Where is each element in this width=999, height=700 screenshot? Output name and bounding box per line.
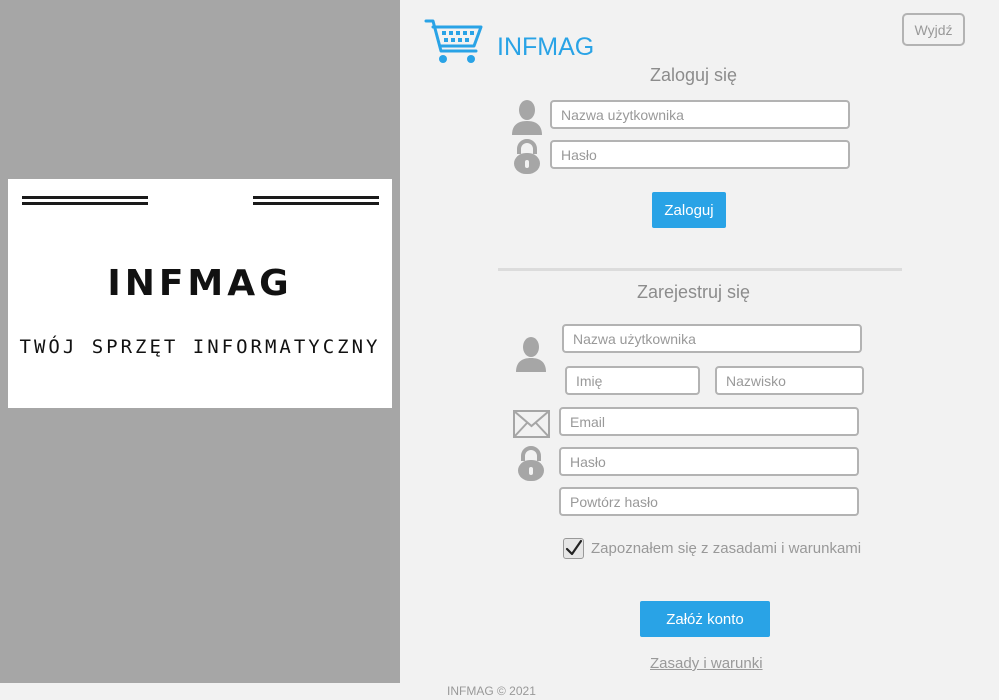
exit-button[interactable]: Wyjdź	[902, 13, 965, 46]
terms-checkbox[interactable]	[563, 538, 584, 559]
email-input[interactable]	[559, 407, 859, 436]
login-username-input[interactable]	[550, 100, 850, 129]
banner-decor-line	[22, 196, 148, 199]
login-heading: Zaloguj się	[649, 65, 738, 85]
user-icon	[512, 100, 542, 135]
banner-title: INFMAG	[107, 263, 293, 304]
footer-copyright: INFMAG © 2021	[447, 684, 536, 698]
lock-icon	[518, 446, 544, 481]
brand-name: INFMAG	[497, 33, 595, 61]
login-password-input[interactable]	[550, 140, 850, 169]
lock-icon	[514, 139, 540, 174]
banner-decor-line	[253, 202, 379, 205]
shopping-cart-icon	[424, 19, 483, 63]
terms-checkbox-label: Zapoznałem się z zasadami i warunkami	[591, 540, 862, 557]
banner-decor-line	[22, 202, 148, 205]
repeat-password-input[interactable]	[559, 487, 859, 516]
envelope-icon	[513, 410, 550, 438]
left-panel: INFMAG TWÓJ SPRZĘT INFORMATYCZNY	[0, 0, 400, 683]
register-heading: Zarejestruj się	[636, 282, 751, 302]
banner-subtitle: TWÓJ SPRZĘT INFORMATYCZNY	[19, 336, 381, 358]
register-password-input[interactable]	[559, 447, 859, 476]
brand-banner: INFMAG TWÓJ SPRZĘT INFORMATYCZNY	[8, 179, 392, 408]
last-name-input[interactable]	[715, 366, 864, 395]
terms-link[interactable]: Zasady i warunki	[650, 655, 763, 672]
checkmark-icon	[565, 539, 583, 556]
section-divider	[498, 268, 902, 271]
login-button[interactable]: Zaloguj	[652, 192, 726, 228]
banner-decor-line	[253, 196, 379, 199]
user-icon	[516, 337, 546, 372]
register-username-input[interactable]	[562, 324, 862, 353]
create-account-button[interactable]: Załóż konto	[640, 601, 770, 637]
first-name-input[interactable]	[565, 366, 700, 395]
